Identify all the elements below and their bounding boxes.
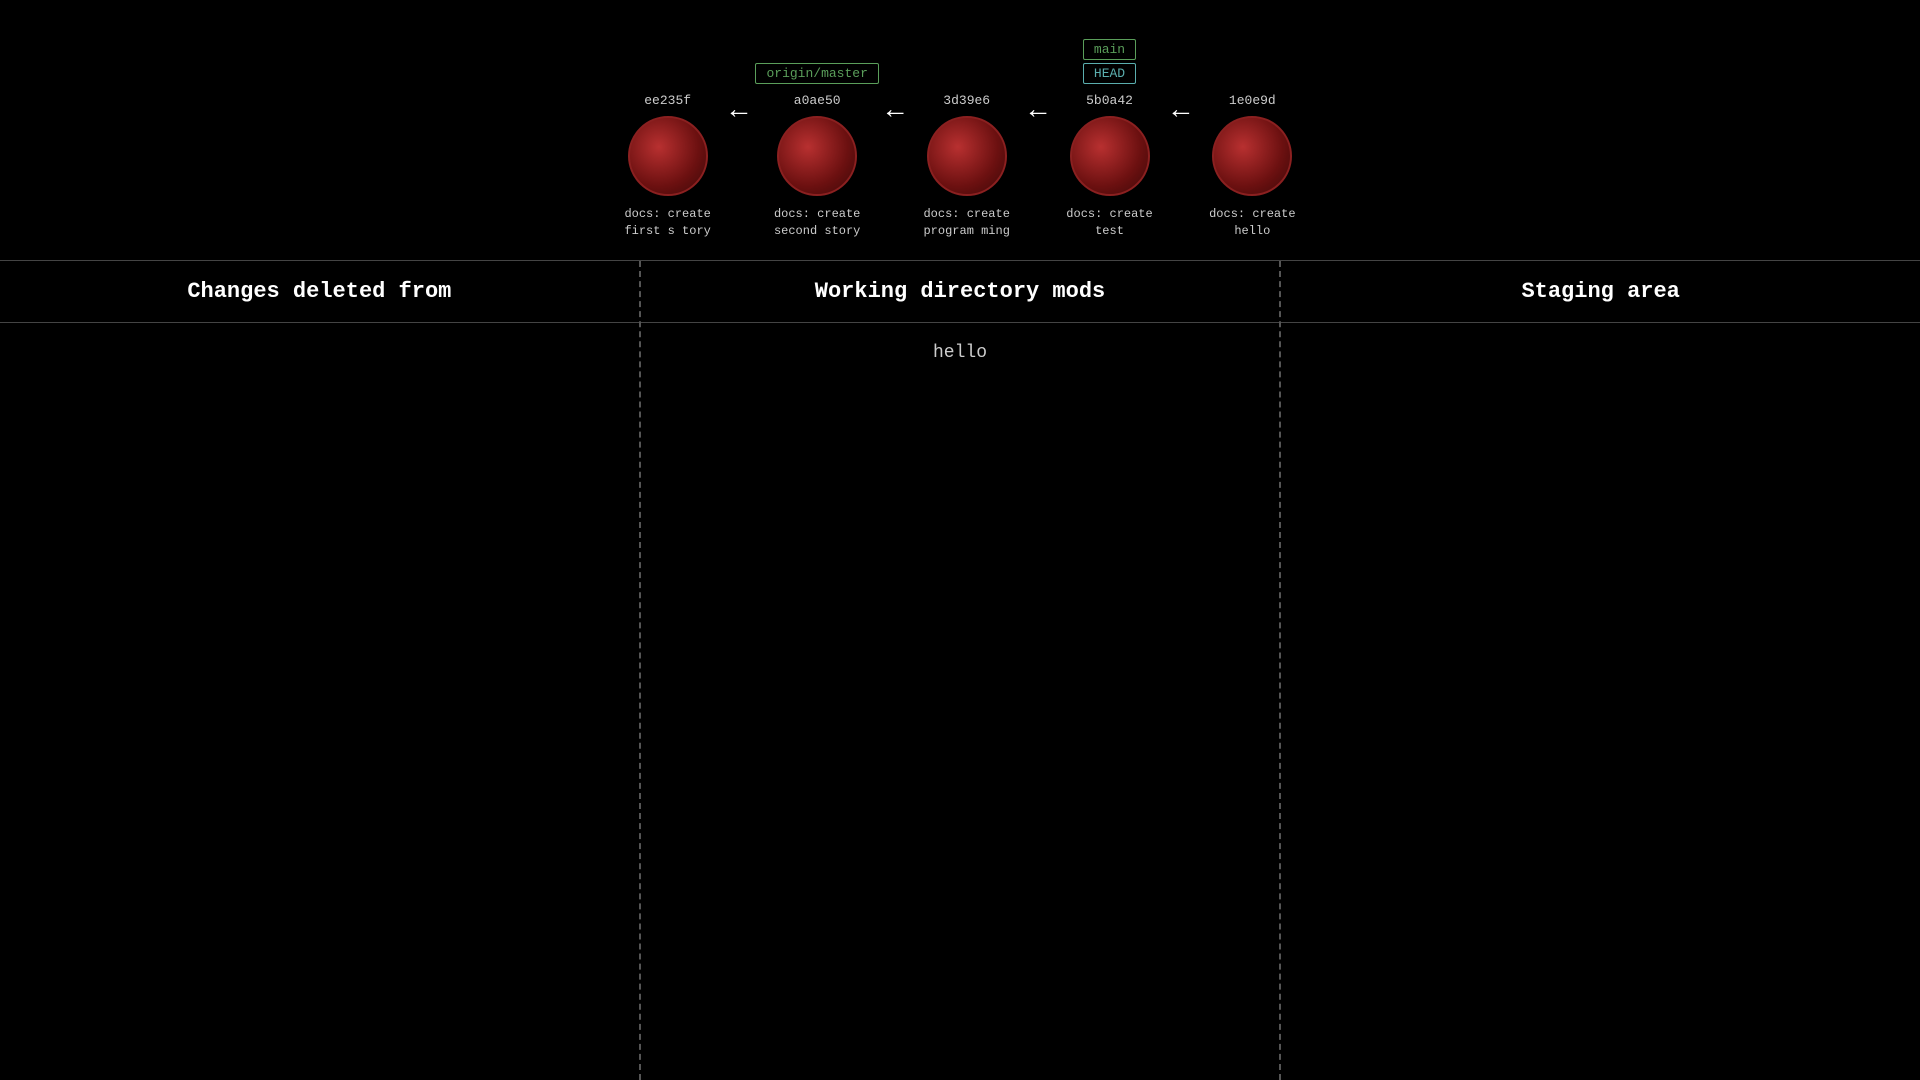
commit-1e0e9d: 1e0e9d docs: create hello — [1197, 35, 1307, 240]
commit-circle-3d39e6 — [927, 116, 1007, 196]
commit-3d39e6: 3d39e6 docs: create program ming — [912, 35, 1022, 240]
commit-circle-1e0e9d — [1212, 116, 1292, 196]
arrow-1: ← — [731, 96, 748, 127]
badge-main: main — [1083, 39, 1136, 60]
commit-ee235f: ee235f docs: create first s tory — [613, 35, 723, 240]
col-changes-deleted: Changes deleted from — [0, 261, 641, 1080]
commit-id-5b0a42: 5b0a42 — [1086, 93, 1133, 108]
arrow-3: ← — [1030, 96, 1047, 127]
badges-5b0a42: main HEAD — [1083, 35, 1136, 87]
diff-section: Changes deleted from Working directory m… — [0, 260, 1920, 1080]
commits-row: ee235f docs: create first s tory ← origi… — [613, 35, 1308, 240]
commit-circle-5b0a42 — [1070, 116, 1150, 196]
arrow-4: ← — [1173, 96, 1190, 127]
commit-history-section: ee235f docs: create first s tory ← origi… — [0, 0, 1920, 260]
commit-circle-a0ae50 — [777, 116, 857, 196]
commit-msg-1e0e9d: docs: create hello — [1197, 206, 1307, 240]
col-header-changes-deleted: Changes deleted from — [0, 261, 639, 323]
commit-id-3d39e6: 3d39e6 — [943, 93, 990, 108]
badge-origin-master: origin/master — [755, 63, 878, 84]
col-working-directory: Working directory mods hello — [641, 261, 1282, 1080]
badge-head: HEAD — [1083, 63, 1136, 84]
working-dir-content: hello — [933, 343, 987, 363]
col-body-working-directory: hello — [641, 323, 1280, 1080]
commit-msg-5b0a42: docs: create test — [1055, 206, 1165, 240]
commit-id-ee235f: ee235f — [644, 93, 691, 108]
commit-id-1e0e9d: 1e0e9d — [1229, 93, 1276, 108]
col-body-changes-deleted — [0, 323, 639, 1080]
col-staging-area: Staging area — [1281, 261, 1920, 1080]
col-body-staging-area — [1281, 323, 1920, 1080]
col-header-staging-area: Staging area — [1281, 261, 1920, 323]
col-header-working-directory: Working directory mods — [641, 261, 1280, 323]
commit-msg-ee235f: docs: create first s tory — [613, 206, 723, 240]
commit-msg-3d39e6: docs: create program ming — [912, 206, 1022, 240]
commit-id-a0ae50: a0ae50 — [794, 93, 841, 108]
arrow-2: ← — [887, 96, 904, 127]
badges-a0ae50: origin/master — [755, 35, 878, 87]
commit-a0ae50: origin/master a0ae50 docs: create second… — [755, 35, 878, 240]
commit-5b0a42: main HEAD 5b0a42 docs: create test — [1055, 35, 1165, 240]
commit-circle-ee235f — [628, 116, 708, 196]
commit-msg-a0ae50: docs: create second story — [762, 206, 872, 240]
